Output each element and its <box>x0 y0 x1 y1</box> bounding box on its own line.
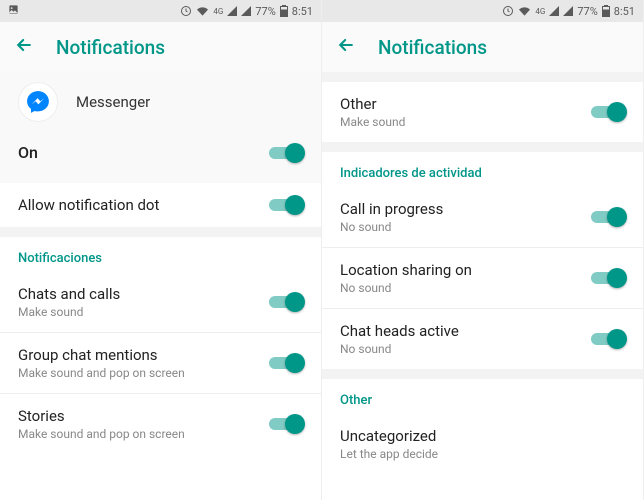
signal-icon-1 <box>227 6 237 16</box>
back-button[interactable] <box>14 35 42 60</box>
toggle-other[interactable] <box>591 103 625 121</box>
chats-calls-sub: Make sound <box>18 305 269 319</box>
back-button[interactable] <box>336 35 364 60</box>
location-sharing-sub: No sound <box>340 281 591 295</box>
status-bar: 4G 77% 8:51 <box>0 0 321 22</box>
other-label: Other <box>340 95 591 113</box>
divider <box>322 369 643 379</box>
app-bar: Notifications <box>322 22 643 72</box>
battery-label: 77% <box>255 5 275 18</box>
chats-calls-label: Chats and calls <box>18 285 269 303</box>
location-sharing-label: Location sharing on <box>340 261 591 279</box>
app-icon-messenger <box>18 82 58 122</box>
signal-icon-2 <box>563 6 573 16</box>
uncategorized-label: Uncategorized <box>340 427 625 445</box>
screen-left: 4G 77% 8:51 Notifications Messenger On A… <box>0 0 322 500</box>
page-title: Notifications <box>56 36 165 59</box>
status-bar: 4G 77% 8:51 <box>322 0 643 22</box>
divider <box>0 227 321 237</box>
toggle-on[interactable] <box>269 144 303 162</box>
sync-icon <box>180 5 192 17</box>
toggle-allow-dot[interactable] <box>269 196 303 214</box>
stories-sub: Make sound and pop on screen <box>18 427 269 441</box>
row-uncategorized[interactable]: Uncategorized Let the app decide <box>322 414 643 474</box>
toggle-stories[interactable] <box>269 415 303 433</box>
section-other: Other <box>322 379 643 414</box>
time-label: 8:51 <box>292 5 313 18</box>
toggle-call-progress[interactable] <box>591 208 625 226</box>
uncategorized-sub: Let the app decide <box>340 447 625 461</box>
other-sub: Make sound <box>340 115 591 129</box>
on-label: On <box>18 143 269 162</box>
wifi-icon <box>196 6 209 17</box>
row-chats-calls[interactable]: Chats and calls Make sound <box>0 272 321 332</box>
call-progress-sub: No sound <box>340 220 591 234</box>
network-label: 4G <box>535 7 545 16</box>
network-label: 4G <box>213 7 223 16</box>
row-other[interactable]: Other Make sound <box>322 82 643 142</box>
section-notificaciones: Notificaciones <box>0 237 321 272</box>
app-name: Messenger <box>76 93 150 111</box>
row-on-toggle[interactable]: On <box>0 130 321 175</box>
row-location-sharing[interactable]: Location sharing on No sound <box>322 248 643 308</box>
chat-heads-sub: No sound <box>340 342 591 356</box>
toggle-chats-calls[interactable] <box>269 293 303 311</box>
row-chat-heads[interactable]: Chat heads active No sound <box>322 309 643 369</box>
row-group-mentions[interactable]: Group chat mentions Make sound and pop o… <box>0 333 321 393</box>
toggle-chat-heads[interactable] <box>591 330 625 348</box>
toggle-group-mentions[interactable] <box>269 354 303 372</box>
toggle-location-sharing[interactable] <box>591 269 625 287</box>
battery-label: 77% <box>577 5 597 18</box>
page-title: Notifications <box>378 36 487 59</box>
row-call-progress[interactable]: Call in progress No sound <box>322 187 643 247</box>
divider <box>322 72 643 82</box>
battery-icon <box>280 5 288 17</box>
app-bar: Notifications <box>0 22 321 72</box>
call-progress-label: Call in progress <box>340 200 591 218</box>
app-info: Messenger On <box>0 72 321 183</box>
divider <box>322 142 643 152</box>
screen-right: 4G 77% 8:51 Notifications Other Make sou… <box>322 0 644 500</box>
group-mentions-label: Group chat mentions <box>18 346 269 364</box>
group-mentions-sub: Make sound and pop on screen <box>18 366 269 380</box>
signal-icon-1 <box>549 6 559 16</box>
time-label: 8:51 <box>614 5 635 18</box>
row-stories[interactable]: Stories Make sound and pop on screen <box>0 394 321 454</box>
signal-icon-2 <box>241 6 251 16</box>
sync-icon <box>502 5 514 17</box>
chat-heads-label: Chat heads active <box>340 322 591 340</box>
row-allow-dot[interactable]: Allow notification dot <box>0 183 321 227</box>
wifi-icon <box>518 6 531 17</box>
battery-icon <box>602 5 610 17</box>
allow-dot-label: Allow notification dot <box>18 196 269 214</box>
image-icon <box>8 4 19 15</box>
stories-label: Stories <box>18 407 269 425</box>
section-activity-indicators: Indicadores de actividad <box>322 152 643 187</box>
